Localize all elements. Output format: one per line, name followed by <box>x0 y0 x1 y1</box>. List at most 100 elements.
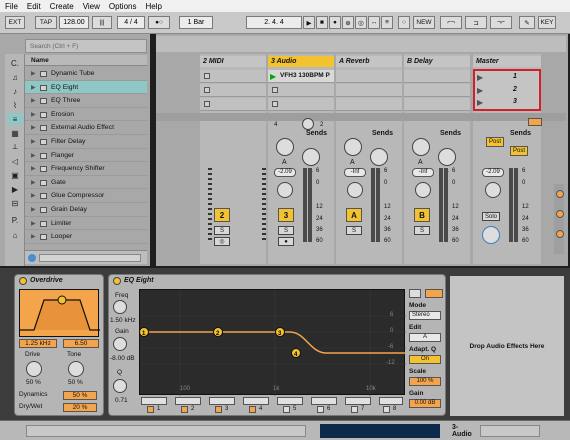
crossfade-icon[interactable] <box>528 118 542 126</box>
gain-knob[interactable] <box>113 337 127 351</box>
send-b-knob[interactable] <box>302 148 320 166</box>
device-power-icon[interactable] <box>113 277 121 285</box>
browser-item[interactable]: ▶ Dynamic Tube <box>25 67 147 81</box>
browser-item[interactable]: ▶ Glue Compressor <box>25 189 147 203</box>
band-toggle[interactable] <box>283 406 290 413</box>
band-filter-type-icon[interactable] <box>141 397 167 405</box>
pan-knob[interactable] <box>485 182 501 198</box>
output-gain-field[interactable]: 0.00 dB <box>409 399 441 408</box>
category-max-icon[interactable]: ⟂ <box>7 141 23 153</box>
clip-slot[interactable] <box>200 98 266 111</box>
quantization-select[interactable]: 1 Bar <box>179 16 213 29</box>
volume-field[interactable]: -Inf <box>344 168 366 177</box>
category-plugins-icon[interactable]: ◁ <box>7 155 23 167</box>
punch-out-icon[interactable]: ¬⌐ <box>490 16 512 29</box>
detail-toggle[interactable] <box>480 425 540 437</box>
freq-knob[interactable] <box>113 300 127 314</box>
band-toggle[interactable] <box>383 406 390 413</box>
session-record-icon[interactable]: ○ <box>398 16 410 29</box>
volume-field[interactable]: -2.09 <box>482 168 504 177</box>
clip-slot[interactable] <box>200 84 266 97</box>
clip-slot[interactable] <box>336 70 402 83</box>
post-button[interactable]: Post <box>486 137 505 147</box>
clip-slot[interactable] <box>268 98 334 111</box>
solo-button[interactable]: S <box>414 226 430 235</box>
track-activator[interactable]: 3 <box>278 208 294 222</box>
band-toggle[interactable] <box>249 406 256 413</box>
pan-knob[interactable] <box>347 182 363 198</box>
clip-slot[interactable] <box>404 70 470 83</box>
pan-knob[interactable] <box>415 182 431 198</box>
track-title[interactable]: Master <box>473 56 541 67</box>
post-button[interactable]: Post <box>510 146 529 156</box>
back-to-arrangement-icon[interactable]: ↔ <box>368 16 380 29</box>
eq-display[interactable]: 1 2 3 4 100 1k 10k 6 0 -6 -12 <box>139 289 406 396</box>
track-title[interactable]: 3 Audio <box>268 56 334 67</box>
preview-toggle-icon[interactable] <box>28 254 36 262</box>
band-toggle[interactable] <box>147 406 154 413</box>
drive-knob[interactable] <box>26 361 42 377</box>
solo-button[interactable]: S <box>278 226 294 235</box>
menu-help[interactable]: Help <box>145 2 161 11</box>
category-packs-icon[interactable]: ⊟ <box>7 197 23 209</box>
input-monitor-knob[interactable] <box>302 118 314 130</box>
clip-slot[interactable] <box>336 98 402 111</box>
track-activator[interactable]: B <box>414 208 430 222</box>
band-toggle[interactable] <box>215 406 222 413</box>
category-midi-effects-icon[interactable]: ▦ <box>7 127 23 139</box>
stop-button[interactable]: ■ <box>316 16 328 29</box>
overdub-icon[interactable]: ⊕ <box>342 16 354 29</box>
arrangement-position-field[interactable]: 2. 4. 4 <box>246 16 302 29</box>
edit-toggle[interactable]: A <box>409 333 441 342</box>
track-activator[interactable]: A <box>346 208 362 222</box>
ext-sync-button[interactable]: EXT <box>5 16 25 29</box>
send-b-knob[interactable] <box>370 148 388 166</box>
clip-slot[interactable] <box>200 70 266 83</box>
volume-field[interactable]: -Inf <box>412 168 434 177</box>
band-toggle[interactable] <box>351 406 358 413</box>
browser-item[interactable]: ▶ Frequency Shifter <box>25 162 147 176</box>
new-clip-button[interactable]: NEW <box>413 16 435 29</box>
track-title[interactable]: 2 MIDI <box>200 56 266 67</box>
category-samples-icon[interactable]: ▶ <box>7 183 23 195</box>
sidebar-toggle-icon[interactable] <box>556 230 564 238</box>
tap-tempo-button[interactable]: TAP <box>35 16 57 29</box>
headphone-icon[interactable] <box>409 289 421 298</box>
band-filter-type-icon[interactable] <box>209 397 235 405</box>
tone-knob[interactable] <box>68 361 84 377</box>
play-button[interactable]: ▶ <box>303 16 315 29</box>
send-b-knob[interactable] <box>438 148 456 166</box>
category-sounds-icon[interactable]: ♫ <box>7 71 23 83</box>
send-a-knob[interactable] <box>412 138 430 156</box>
browser-item[interactable]: ▶ Erosion <box>25 108 147 122</box>
track-activator[interactable]: 2 <box>214 208 230 222</box>
browser-item[interactable]: ▶ Looper <box>25 230 147 244</box>
scene-number[interactable]: 1 <box>513 73 517 80</box>
clip-slot[interactable] <box>336 84 402 97</box>
browser-item[interactable]: ▶ Grain Delay <box>25 203 147 217</box>
menu-create[interactable]: Create <box>50 2 74 11</box>
record-button[interactable]: ● <box>329 16 341 29</box>
band-filter-type-icon[interactable] <box>175 397 201 405</box>
send-a-knob[interactable] <box>276 138 294 156</box>
category-audio-effects-icon[interactable]: ≡ <box>7 113 23 125</box>
browser-search-input[interactable]: Search (Ctrl + F) <box>25 39 147 53</box>
menu-options[interactable]: Options <box>109 2 137 11</box>
solo-button[interactable]: S <box>346 226 362 235</box>
scene-launch-icon[interactable]: ▶ <box>477 98 483 107</box>
dynamics-field[interactable]: 50 % <box>63 391 97 400</box>
arm-button[interactable]: ◎ <box>214 237 230 246</box>
category-drums-icon[interactable]: ♪ <box>7 85 23 97</box>
browser-item[interactable]: ▶ Gate <box>25 176 147 190</box>
pan-knob[interactable] <box>277 182 293 198</box>
overview-minimap[interactable] <box>320 424 440 438</box>
clip-slot[interactable] <box>404 98 470 111</box>
band-filter-type-icon[interactable] <box>277 397 303 405</box>
browser-item[interactable]: ▶ EQ Three <box>25 94 147 108</box>
category-instruments-icon[interactable]: ⌇ <box>7 99 23 111</box>
band-filter-type-icon[interactable] <box>311 397 337 405</box>
scene-number[interactable]: 2 <box>513 86 517 93</box>
overdrive-freq-field[interactable]: 1.25 kHz <box>19 339 57 348</box>
scale-field[interactable]: 100 % <box>409 377 441 386</box>
loop-icon[interactable]: ⊐ <box>465 16 487 29</box>
